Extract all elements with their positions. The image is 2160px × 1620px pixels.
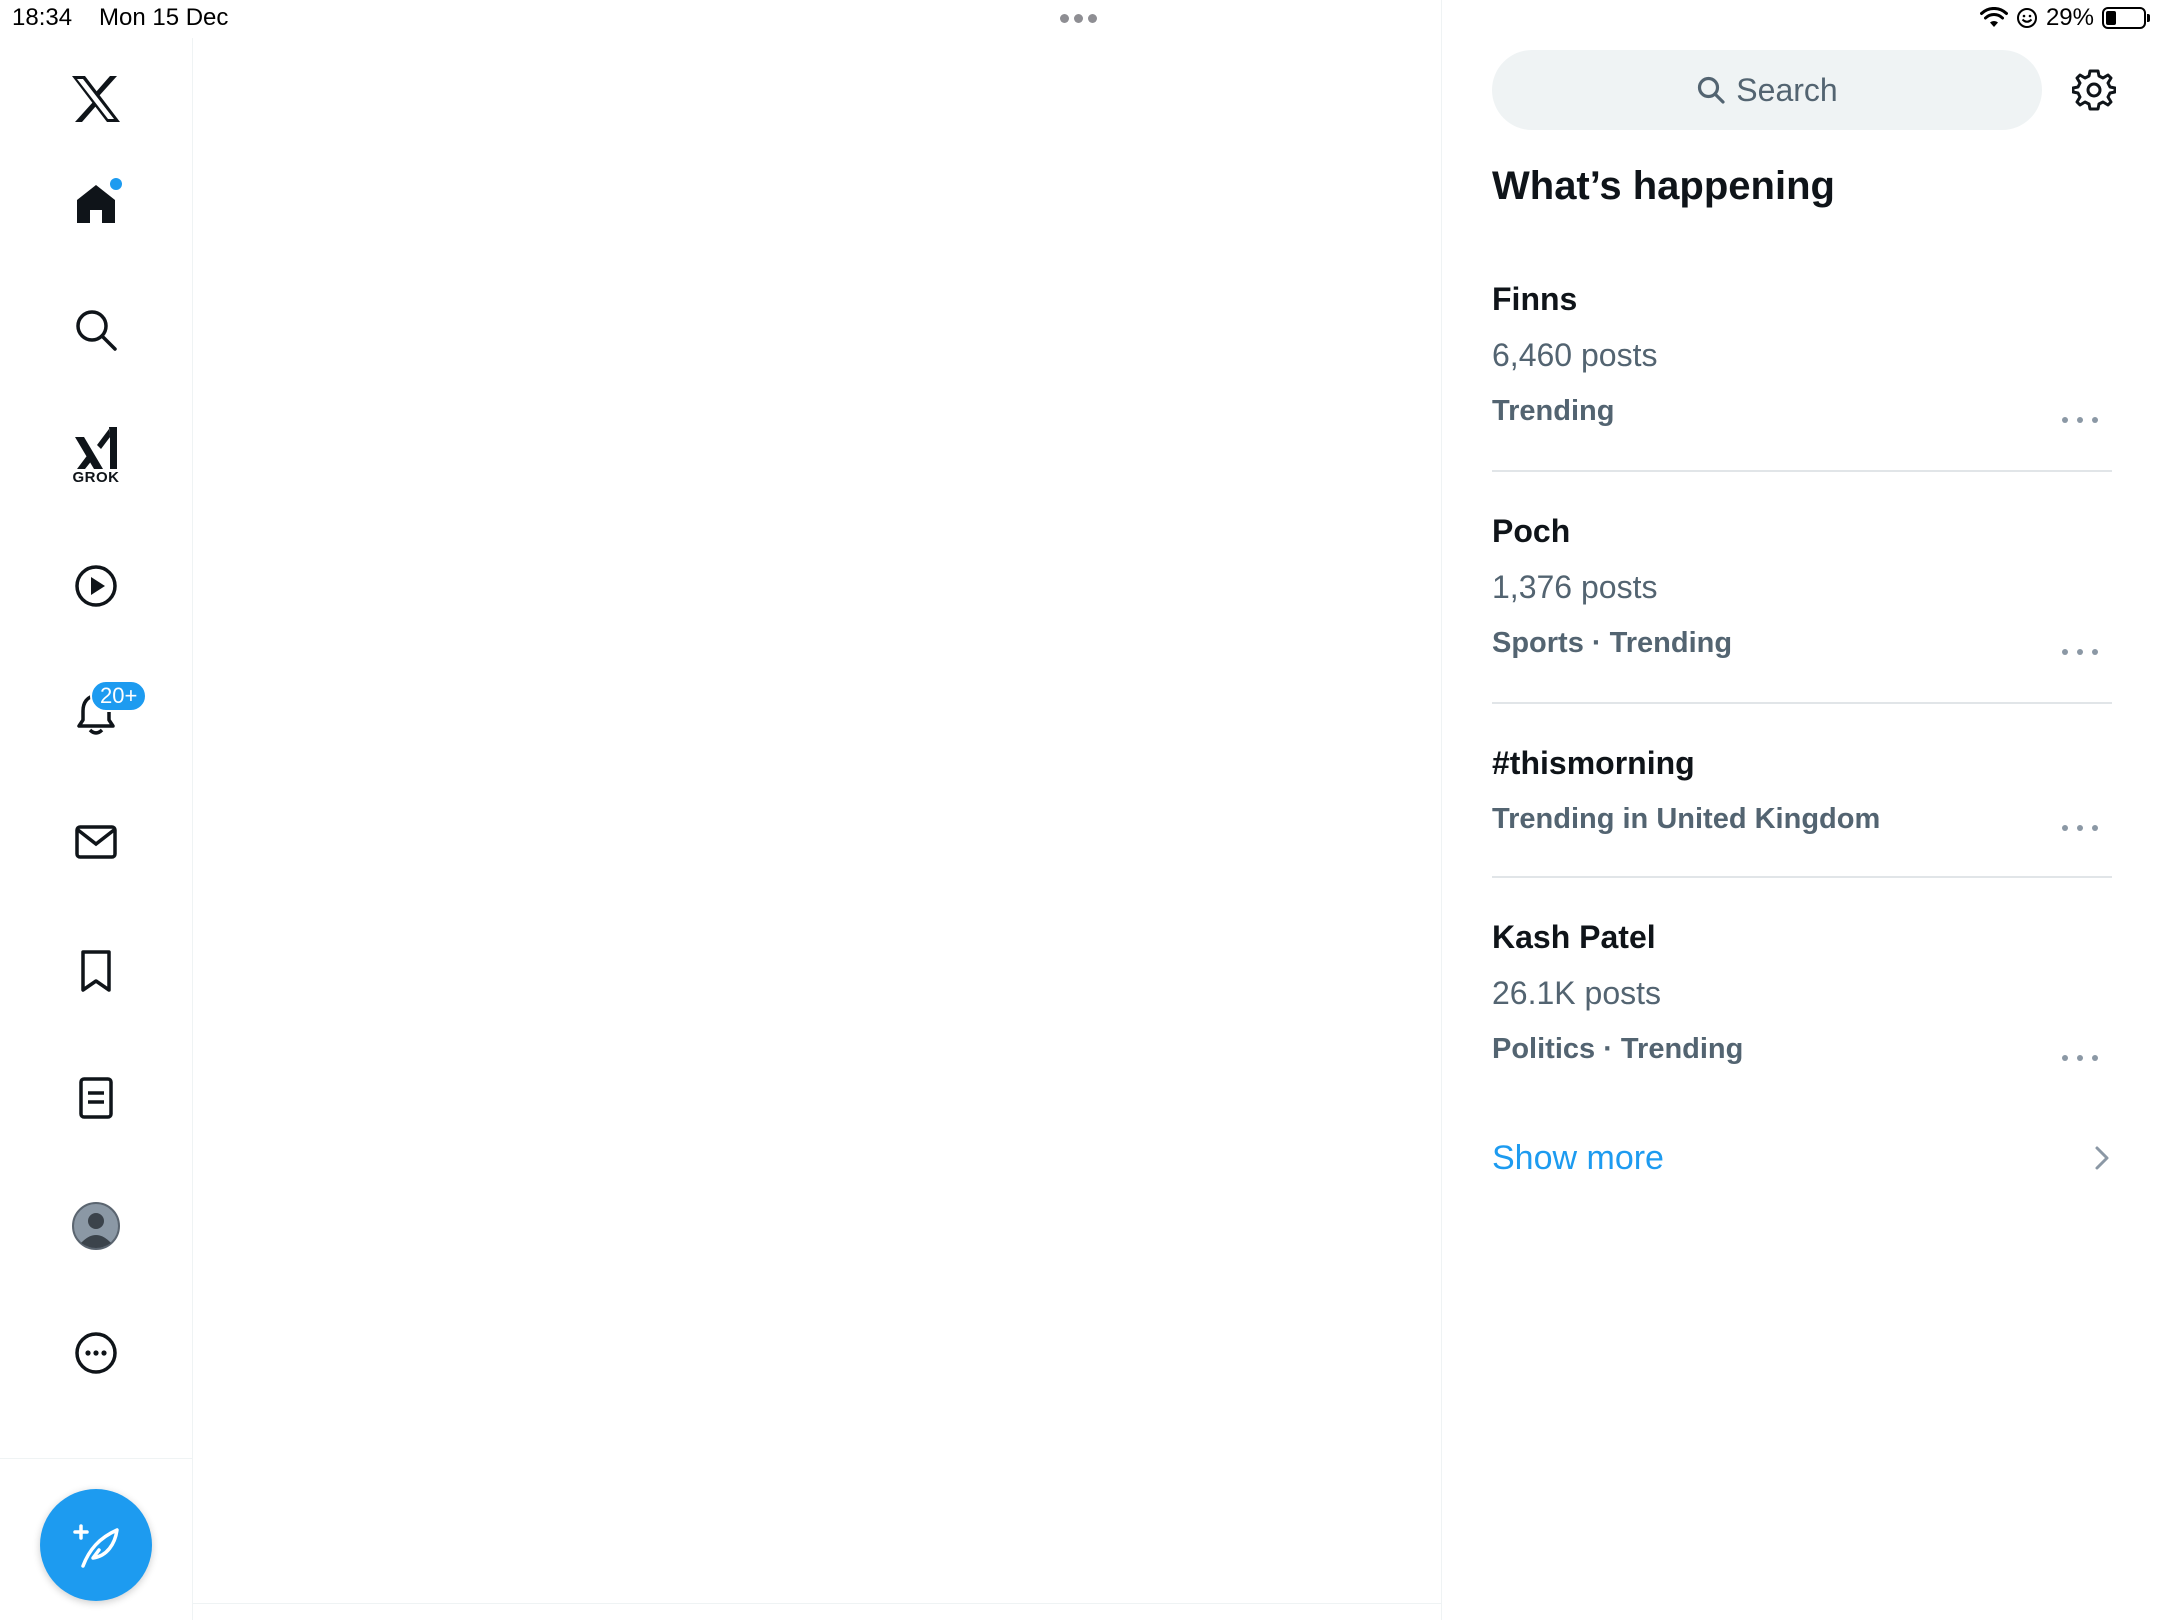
status-indicators: 29% — [1979, 4, 2150, 32]
trend-name: #thismorning — [1492, 745, 1695, 781]
trend-name: Finns — [1492, 281, 1578, 317]
bookmark-icon — [81, 950, 111, 992]
trend-item[interactable]: Kash Patel 26.1K posts Politics · Trendi… — [1492, 914, 2112, 1072]
trend-more-button[interactable] — [2062, 408, 2098, 432]
x-logo-icon — [72, 76, 120, 122]
main-timeline — [193, 0, 1442, 1620]
article-icon — [79, 1077, 113, 1119]
more-icon — [75, 1332, 117, 1374]
nav-grok[interactable]: GROK — [48, 407, 144, 503]
gear-icon — [2072, 69, 2116, 111]
search-icon — [1698, 76, 1725, 104]
notifications-badge: 20+ — [90, 680, 148, 712]
section-title: What’s happening — [1492, 164, 1835, 208]
focus-mode-icon — [2016, 8, 2037, 28]
compose-feather-icon — [73, 1524, 119, 1568]
nav-articles[interactable] — [48, 1050, 144, 1146]
nav-messages[interactable] — [48, 794, 144, 890]
nav-profile[interactable] — [48, 1178, 144, 1274]
nav-home[interactable] — [48, 156, 144, 252]
sidebar-divider — [0, 1458, 192, 1459]
trend-divider — [1492, 702, 2112, 704]
battery-icon — [2102, 7, 2150, 29]
show-more-label: Show more — [1492, 1138, 1664, 1177]
trend-divider — [1492, 876, 2112, 878]
grok-icon — [75, 426, 117, 469]
nav-more[interactable] — [48, 1305, 144, 1401]
trend-posts: 26.1K posts — [1492, 975, 1661, 1011]
sidebar-nav: GROK 20+ — [0, 38, 193, 1620]
nav-explore[interactable] — [48, 282, 144, 378]
settings-button[interactable] — [2070, 66, 2118, 114]
trend-posts: 1,376 posts — [1492, 569, 1658, 605]
trend-item[interactable]: Finns 6,460 posts Trending — [1492, 276, 2112, 434]
wifi-icon — [1979, 7, 2008, 27]
trend-name: Poch — [1492, 513, 1571, 549]
video-icon — [75, 565, 117, 607]
trend-meta: Trending — [1492, 395, 1615, 427]
search-icon — [76, 310, 117, 351]
trend-item[interactable]: #thismorning Trending in United Kingdom — [1492, 740, 2112, 842]
search-input[interactable]: Search — [1492, 50, 2042, 130]
main-bottom-divider — [193, 1603, 1441, 1604]
mail-icon — [75, 825, 117, 859]
trend-item[interactable]: Poch 1,376 posts Sports · Trending — [1492, 508, 2112, 666]
compose-post-button[interactable] — [40, 1489, 152, 1601]
chevron-right-icon — [2095, 1146, 2109, 1170]
show-more-link[interactable]: Show more — [1492, 1128, 2112, 1188]
avatar — [72, 1202, 120, 1250]
trend-meta: Sports · Trending — [1492, 627, 1733, 659]
unread-dot — [110, 178, 122, 190]
x-logo-link[interactable] — [48, 51, 144, 147]
status-time: 18:34 — [12, 4, 73, 31]
grok-label: GROK — [72, 468, 120, 486]
nav-video[interactable] — [48, 538, 144, 634]
right-sidebar: Search What’s happening Finns 6,460 post… — [1442, 38, 2160, 1620]
trend-meta: Politics · Trending — [1492, 1033, 1744, 1065]
trend-divider — [1492, 470, 2112, 472]
trend-more-button[interactable] — [2062, 640, 2098, 664]
trend-meta: Trending in United Kingdom — [1492, 803, 1881, 835]
nav-notifications[interactable]: 20+ — [48, 666, 148, 762]
battery-percent: 29% — [2045, 4, 2094, 31]
trend-more-button[interactable] — [2062, 1046, 2098, 1070]
trend-more-button[interactable] — [2062, 816, 2098, 840]
trend-name: Kash Patel — [1492, 919, 1656, 955]
nav-bookmarks[interactable] — [48, 923, 144, 1019]
search-placeholder: Search — [1736, 71, 1838, 108]
trend-posts: 6,460 posts — [1492, 337, 1658, 373]
